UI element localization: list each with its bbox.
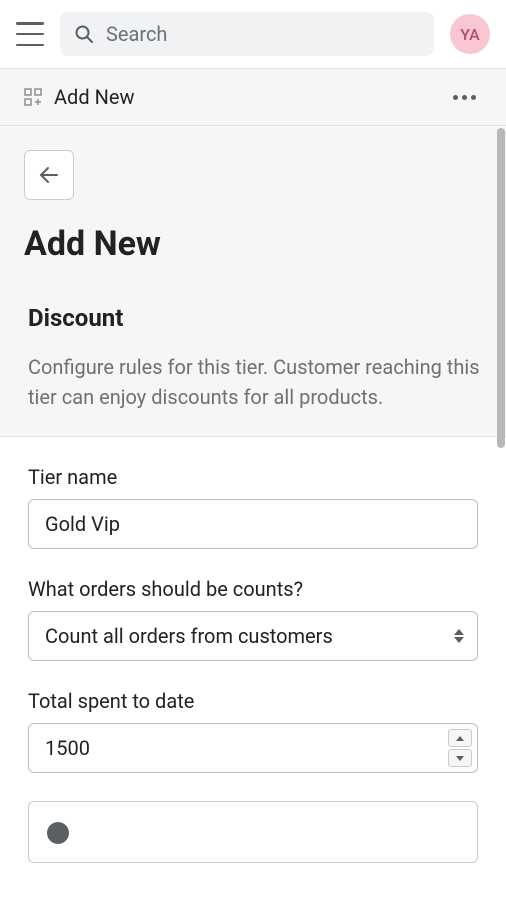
apps-icon: [24, 88, 42, 106]
orders-label: What orders should be counts?: [28, 577, 478, 601]
tier-name-field: Tier name: [28, 465, 478, 549]
scrollbar[interactable]: [496, 126, 506, 881]
hamburger-menu-button[interactable]: [16, 22, 44, 46]
content-wrapper: Add New Discount Configure rules for thi…: [0, 126, 506, 881]
back-button[interactable]: [24, 150, 74, 200]
orders-field: What orders should be counts? Count all …: [28, 577, 478, 661]
spinner-up-button[interactable]: [448, 729, 472, 747]
subheader: Add New: [0, 69, 506, 126]
more-options-button[interactable]: [447, 89, 482, 106]
breadcrumb-title: Add New: [54, 85, 134, 109]
section-title: Discount: [24, 304, 482, 332]
avatar[interactable]: YA: [450, 14, 490, 54]
arrow-left-icon: [38, 164, 60, 186]
search-input[interactable]: Search: [60, 12, 434, 56]
info-icon: [47, 822, 69, 844]
tier-name-label: Tier name: [28, 465, 478, 489]
total-spent-label: Total spent to date: [28, 689, 478, 713]
search-icon: [74, 24, 94, 44]
page-header-section: Add New Discount Configure rules for thi…: [0, 126, 506, 436]
number-spinners: [448, 729, 472, 767]
orders-select[interactable]: Count all orders from customers: [28, 611, 478, 661]
search-placeholder: Search: [106, 22, 167, 46]
form-section: Tier name What orders should be counts? …: [0, 436, 506, 881]
section-description: Configure rules for this tier. Customer …: [24, 352, 482, 412]
total-spent-field: Total spent to date: [28, 689, 478, 773]
total-spent-input[interactable]: [28, 723, 478, 773]
page-title: Add New: [24, 224, 482, 264]
info-card: [28, 801, 478, 863]
tier-name-input[interactable]: [28, 499, 478, 549]
topbar: Search YA: [0, 0, 506, 69]
spinner-down-button[interactable]: [448, 749, 472, 767]
